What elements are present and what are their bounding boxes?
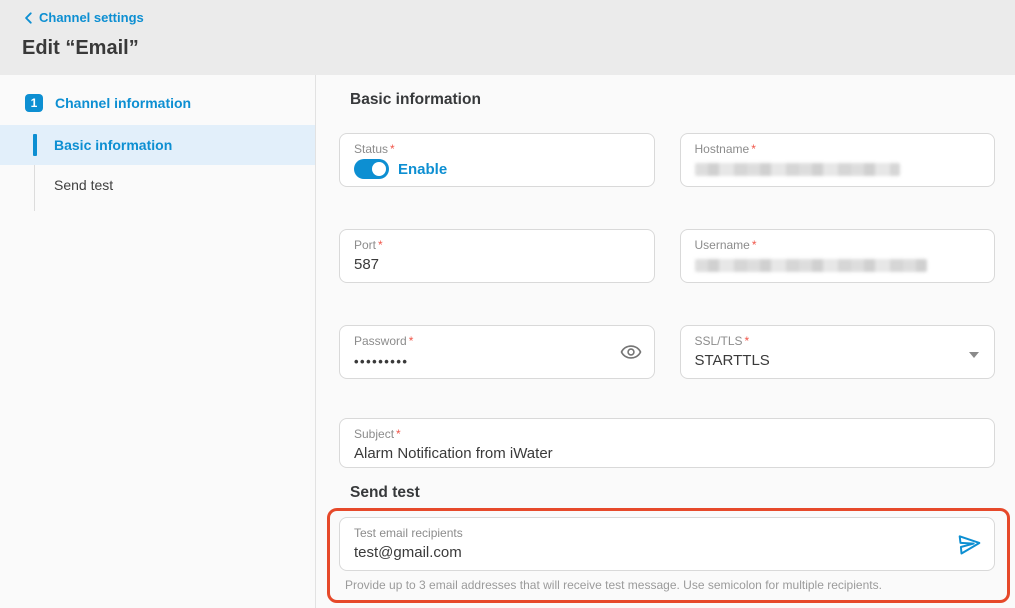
subject-field[interactable]: Subject* Alarm Notification from iWater <box>339 418 995 468</box>
main-content: Basic information Status* Enable Hostnam… <box>316 75 1015 608</box>
section-title-send-test: Send test <box>350 484 995 502</box>
step-substeps: Basic information Send test <box>0 125 315 205</box>
test-email-recipients-label: Test email recipients <box>354 526 980 540</box>
sidebar-step-channel-information[interactable]: 1 Channel information <box>0 88 315 118</box>
page-title: Edit “Email” <box>22 37 1015 60</box>
ssl-tls-label: SSL/TLS* <box>695 334 981 348</box>
password-value: ••••••••• <box>354 354 640 369</box>
required-asterisk: * <box>752 238 757 252</box>
username-field[interactable]: Username* <box>680 229 996 283</box>
send-icon[interactable] <box>957 532 982 557</box>
ssl-tls-select[interactable]: SSL/TLS* STARTTLS <box>680 325 996 379</box>
status-toggle[interactable] <box>354 159 389 179</box>
visibility-icon[interactable] <box>620 341 642 363</box>
chevron-left-icon <box>22 11 36 25</box>
hostname-label: Hostname* <box>695 142 981 156</box>
username-label: Username* <box>695 238 981 252</box>
dropdown-arrow-icon[interactable] <box>969 352 979 358</box>
status-label: Status* <box>354 142 640 156</box>
ssl-tls-value: STARTTLS <box>695 352 981 369</box>
test-email-recipients-field[interactable]: Test email recipients test@gmail.com <box>339 517 995 571</box>
annotation-highlight-box: Test email recipients test@gmail.com Pro… <box>327 508 1010 603</box>
hostname-field[interactable]: Hostname* <box>680 133 996 187</box>
subject-value: Alarm Notification from iWater <box>354 445 980 462</box>
required-asterisk: * <box>390 142 395 156</box>
password-label: Password* <box>354 334 640 348</box>
toggle-knob <box>372 162 386 176</box>
section-title-basic-information: Basic information <box>350 91 995 109</box>
username-value-redacted <box>695 259 927 272</box>
sidebar-item-label: Basic information <box>54 137 172 153</box>
stepper-sidebar: 1 Channel information Basic information … <box>0 75 316 608</box>
hostname-value-redacted <box>695 163 900 176</box>
port-field[interactable]: Port* 587 <box>339 229 655 283</box>
breadcrumb-label: Channel settings <box>39 10 144 25</box>
required-asterisk: * <box>745 334 750 348</box>
test-email-helper-text: Provide up to 3 email addresses that wil… <box>345 578 995 592</box>
breadcrumb-back-link[interactable]: Channel settings <box>22 10 144 25</box>
step-number-badge: 1 <box>25 94 43 112</box>
step-label: Channel information <box>55 95 191 111</box>
status-value: Enable <box>398 161 447 178</box>
test-email-recipients-value: test@gmail.com <box>354 544 980 561</box>
subject-label: Subject* <box>354 427 980 441</box>
sidebar-item-label: Send test <box>54 177 113 193</box>
required-asterisk: * <box>378 238 383 252</box>
sidebar-item-send-test[interactable]: Send test <box>0 165 315 205</box>
port-label: Port* <box>354 238 640 252</box>
password-field[interactable]: Password* ••••••••• <box>339 325 655 379</box>
page-header: Channel settings Edit “Email” <box>0 0 1015 75</box>
required-asterisk: * <box>396 427 401 441</box>
required-asterisk: * <box>409 334 414 348</box>
port-value: 587 <box>354 256 640 273</box>
required-asterisk: * <box>751 142 756 156</box>
sidebar-item-basic-information[interactable]: Basic information <box>0 125 315 165</box>
status-field: Status* Enable <box>339 133 655 187</box>
